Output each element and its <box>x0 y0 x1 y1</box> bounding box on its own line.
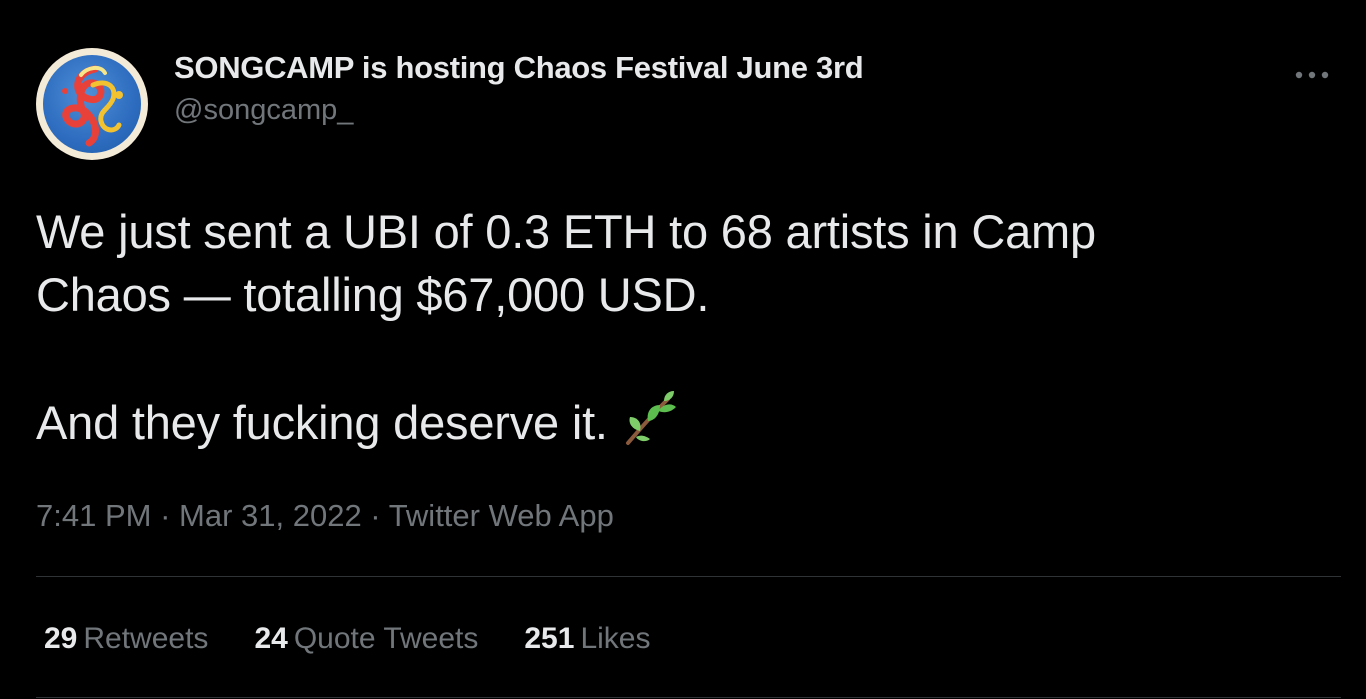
retweets-stat[interactable]: 29 Retweets <box>44 619 208 659</box>
retweets-label: Retweets <box>83 622 209 655</box>
retweets-count: 29 <box>44 622 78 655</box>
tweet-text-line: We just sent a UBI of 0.3 ETH to 68 arti… <box>36 205 1096 258</box>
herb-emoji-icon <box>618 389 678 449</box>
author-handle[interactable]: @songcamp_ <box>174 90 863 130</box>
divider <box>36 576 1341 577</box>
likes-stat[interactable]: 251 Likes <box>524 619 650 659</box>
meta-separator: · <box>361 498 389 533</box>
author-identity: SONGCAMP is hosting Chaos Festival June … <box>174 48 864 130</box>
likes-label: Likes <box>580 622 651 655</box>
author-display-name[interactable]: SONGCAMP is hosting Chaos Festival June … <box>174 48 864 88</box>
tweet-text: We just sent a UBI of 0.3 ETH to 68 arti… <box>36 200 1326 454</box>
songcamp-logo-icon <box>43 55 141 153</box>
tweet-text-line: And they fucking deserve it. <box>36 389 1326 454</box>
more-options-icon[interactable] <box>1292 60 1332 90</box>
tweet-date[interactable]: Mar 31, 2022 <box>179 498 362 533</box>
likes-count: 251 <box>524 622 575 655</box>
meta-separator: · <box>151 498 180 533</box>
tweet-text-closing: And they fucking deserve it. <box>36 396 608 449</box>
tweet-header: SONGCAMP is hosting Chaos Festival June … <box>36 48 864 160</box>
tweet-metadata: 7:41 PM · Mar 31, 2022 · Twitter Web App <box>36 496 614 536</box>
avatar[interactable] <box>36 48 148 160</box>
quote-tweets-label: Quote Tweets <box>293 622 479 655</box>
quote-tweets-count: 24 <box>254 622 288 655</box>
tweet-time[interactable]: 7:41 PM <box>36 498 151 533</box>
engagement-stats: 29 Retweets 24 Quote Tweets 251 Likes <box>44 619 696 659</box>
tweet-text-line: Chaos — totalling $67,000 USD. <box>36 268 710 321</box>
tweet-source[interactable]: Twitter Web App <box>389 498 614 533</box>
divider <box>36 697 1341 698</box>
tweet-detail: SONGCAMP is hosting Chaos Festival June … <box>0 0 1366 699</box>
quote-tweets-stat[interactable]: 24 Quote Tweets <box>254 619 478 659</box>
